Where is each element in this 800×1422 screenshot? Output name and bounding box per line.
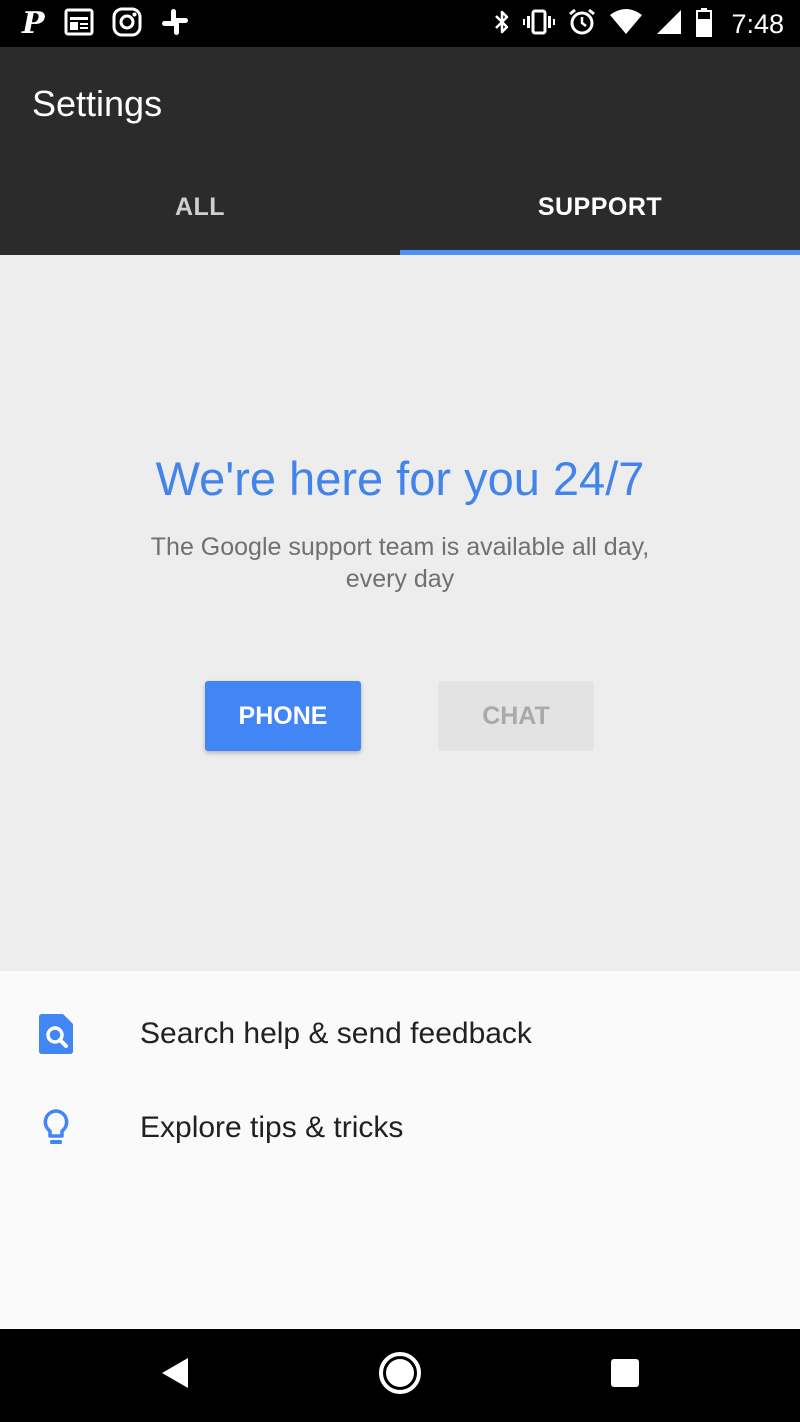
wifi-icon xyxy=(609,8,643,41)
back-icon xyxy=(160,1356,190,1395)
chat-button[interactable]: CHAT xyxy=(438,681,594,751)
tab-all[interactable]: ALL xyxy=(0,159,400,255)
recents-button[interactable] xyxy=(565,1329,685,1422)
bluetooth-icon xyxy=(493,8,511,41)
tab-bar: ALL SUPPORT xyxy=(0,159,800,255)
vibrate-icon xyxy=(523,8,556,41)
instagram-icon xyxy=(112,7,142,42)
home-icon xyxy=(378,1351,422,1400)
hero-subtitle: The Google support team is available all… xyxy=(150,533,650,593)
search-help-icon xyxy=(36,1014,76,1054)
pinterest-icon: P xyxy=(20,6,46,42)
recents-icon xyxy=(610,1358,640,1393)
support-hero: We're here for you 24/7 The Google suppo… xyxy=(0,255,800,971)
battery-icon xyxy=(695,7,713,42)
app-bar: Settings ALL SUPPORT xyxy=(0,47,800,255)
signal-icon xyxy=(655,8,683,41)
list-item-label: Explore tips & tricks xyxy=(140,1111,404,1144)
notification-icons: P xyxy=(20,6,190,42)
news-icon xyxy=(64,8,94,41)
help-list: Search help & send feedback Explore tips… xyxy=(0,971,800,1329)
navigation-bar xyxy=(0,1329,800,1422)
home-button[interactable] xyxy=(340,1329,460,1422)
hero-title: We're here for you 24/7 xyxy=(155,452,645,505)
svg-text:P: P xyxy=(21,7,46,37)
system-icons: 7:48 xyxy=(493,7,784,42)
back-button[interactable] xyxy=(115,1329,235,1422)
alarm-icon xyxy=(567,7,597,42)
phone-button[interactable]: PHONE xyxy=(205,681,361,751)
status-bar: P 7:48 xyxy=(0,0,800,47)
list-item-search-help[interactable]: Search help & send feedback xyxy=(0,987,800,1081)
slack-icon xyxy=(160,7,190,42)
list-item-label: Search help & send feedback xyxy=(140,1017,532,1050)
lightbulb-icon xyxy=(36,1108,76,1148)
page-title: Settings xyxy=(32,83,163,124)
tab-support[interactable]: SUPPORT xyxy=(400,159,800,255)
list-item-tips[interactable]: Explore tips & tricks xyxy=(0,1081,800,1175)
clock: 7:48 xyxy=(731,8,784,39)
